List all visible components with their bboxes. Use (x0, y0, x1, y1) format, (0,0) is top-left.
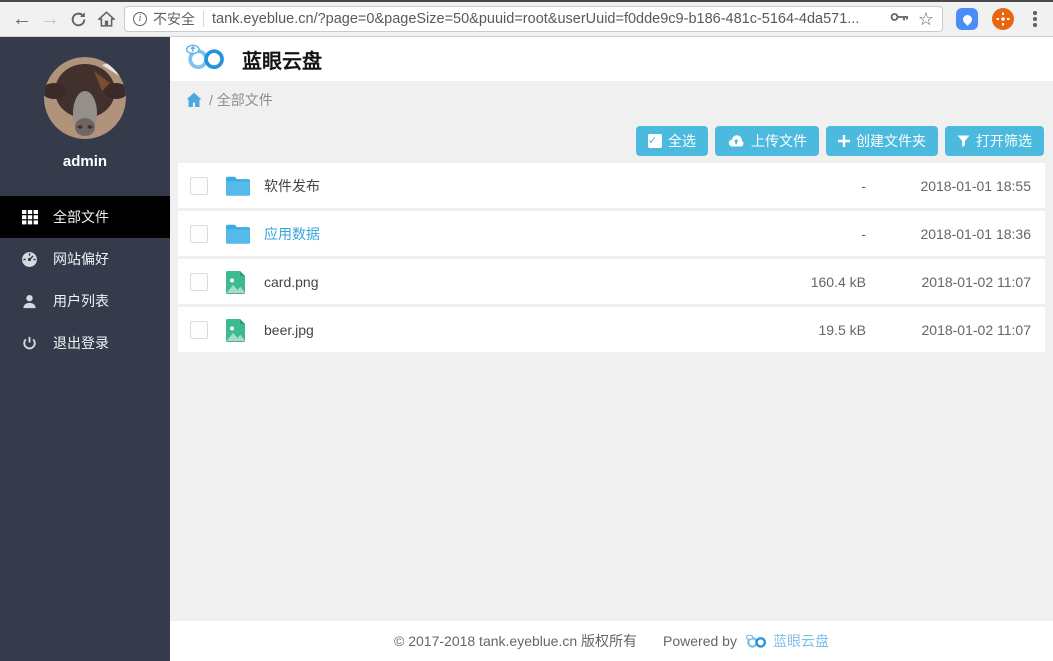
file-name[interactable]: beer.jpg (264, 322, 756, 338)
table-row[interactable]: card.png 160.4 kB 2018-01-02 11:07 (178, 259, 1045, 304)
user-panel: admin (0, 37, 170, 170)
home-icon[interactable] (92, 5, 120, 33)
cloud-upload-icon (727, 135, 745, 148)
breadcrumb-path: / 全部文件 (209, 90, 273, 110)
url-text[interactable]: tank.eyeblue.cn/?page=0&pageSize=50&puui… (212, 11, 882, 27)
row-checkbox[interactable] (190, 177, 208, 195)
table-row[interactable]: beer.jpg 19.5 kB 2018-01-02 11:07 (178, 307, 1045, 352)
sidebar-item-label: 网站偏好 (53, 249, 109, 269)
bookmark-star-icon[interactable]: ☆ (918, 9, 934, 30)
password-key-icon[interactable] (890, 10, 910, 28)
file-size: - (756, 226, 866, 242)
file-name[interactable]: 软件发布 (264, 176, 756, 196)
user-icon (21, 293, 38, 310)
file-size: 19.5 kB (756, 322, 866, 338)
powered-by-text: Powered by (663, 633, 737, 649)
extension-blue-icon[interactable] (956, 8, 978, 30)
select-all-button[interactable]: ✓ 全选 (636, 126, 708, 156)
copyright-text: © 2017-2018 tank.eyeblue.cn 版权所有 (394, 631, 637, 651)
grid-icon (21, 209, 38, 226)
filter-icon (957, 135, 970, 148)
row-checkbox[interactable] (190, 225, 208, 243)
dashboard-icon (21, 251, 38, 268)
file-date: 2018-01-01 18:36 (866, 226, 1031, 242)
back-icon[interactable]: ← (8, 5, 36, 33)
page-info-icon[interactable]: i (133, 12, 147, 26)
create-folder-button[interactable]: 创建文件夹 (826, 126, 938, 156)
screen: ← → i 不安全 tank.eyeblue.cn/?page=0&pageSi… (0, 0, 1053, 661)
file-date: 2018-01-02 11:07 (866, 322, 1031, 338)
folder-icon (225, 223, 251, 245)
browser-menu-icon[interactable] (1025, 7, 1045, 31)
sidebar-item-user-list[interactable]: 用户列表 (0, 280, 170, 322)
content-spacer (170, 355, 1053, 621)
sidebar-item-site-preferences[interactable]: 网站偏好 (0, 238, 170, 280)
file-name[interactable]: card.png (264, 274, 756, 290)
checkbox-icon: ✓ (648, 134, 662, 148)
username: admin (63, 153, 107, 170)
url-separator (203, 11, 204, 27)
site-header: 蓝眼云盘 (170, 37, 1053, 81)
file-table: 软件发布 - 2018-01-01 18:55 应用数据 - 2018-01-0… (178, 163, 1045, 355)
sidebar-item-label: 用户列表 (53, 291, 109, 311)
footer-logo-icon (745, 634, 769, 648)
open-filter-button[interactable]: 打开筛选 (945, 126, 1044, 156)
folder-icon (225, 175, 251, 197)
security-label[interactable]: 不安全 (153, 9, 195, 29)
power-icon (21, 335, 38, 352)
app-frame: admin 全部文件 网站偏好 (0, 37, 1053, 661)
action-toolbar: ✓ 全选 上传文件 创建文件夹 (170, 119, 1053, 163)
file-name[interactable]: 应用数据 (264, 224, 756, 244)
row-checkbox[interactable] (190, 273, 208, 291)
main-content: 蓝眼云盘 / 全部文件 ✓ 全选 上传文件 (170, 37, 1053, 661)
sidebar-nav: 全部文件 网站偏好 用户列表 (0, 196, 170, 364)
sidebar-item-label: 退出登录 (53, 333, 109, 353)
plus-icon (838, 135, 850, 147)
forward-icon[interactable]: → (36, 5, 64, 33)
page-title: 蓝眼云盘 (242, 45, 322, 74)
app-logo (184, 43, 230, 75)
sidebar-item-label: 全部文件 (53, 207, 109, 227)
address-bar[interactable]: i 不安全 tank.eyeblue.cn/?page=0&pageSize=5… (124, 6, 943, 32)
breadcrumb: / 全部文件 (170, 81, 1053, 119)
image-file-icon (225, 270, 251, 294)
extension-orange-icon[interactable] (992, 8, 1014, 30)
sidebar-item-logout[interactable]: 退出登录 (0, 322, 170, 364)
browser-toolbar: ← → i 不安全 tank.eyeblue.cn/?page=0&pageSi… (0, 0, 1053, 37)
footer-brand-link[interactable]: 蓝眼云盘 (745, 631, 829, 651)
row-checkbox[interactable] (190, 321, 208, 339)
file-size: - (756, 178, 866, 194)
refresh-icon[interactable] (64, 5, 92, 33)
table-row[interactable]: 软件发布 - 2018-01-01 18:55 (178, 163, 1045, 208)
home-icon[interactable] (186, 92, 202, 108)
avatar (44, 57, 126, 139)
sidebar-item-all-files[interactable]: 全部文件 (0, 196, 170, 238)
sidebar: admin 全部文件 网站偏好 (0, 37, 170, 661)
file-size: 160.4 kB (756, 274, 866, 290)
image-file-icon (225, 318, 251, 342)
file-date: 2018-01-01 18:55 (866, 178, 1031, 194)
page-footer: © 2017-2018 tank.eyeblue.cn 版权所有 Powered… (170, 621, 1053, 661)
table-row[interactable]: 应用数据 - 2018-01-01 18:36 (178, 211, 1045, 256)
file-date: 2018-01-02 11:07 (866, 274, 1031, 290)
footer-brand-name: 蓝眼云盘 (773, 631, 829, 651)
upload-file-button[interactable]: 上传文件 (715, 126, 819, 156)
